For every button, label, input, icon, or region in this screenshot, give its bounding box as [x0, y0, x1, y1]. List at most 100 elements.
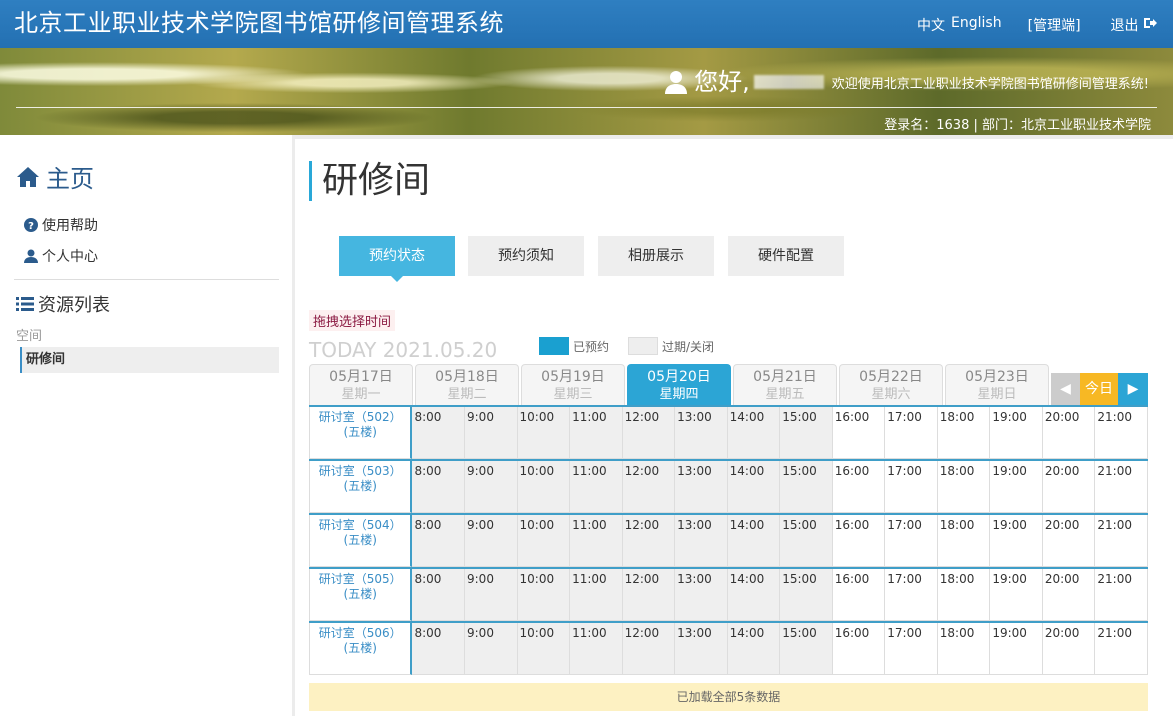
time-slot[interactable]: 18:00	[937, 461, 991, 513]
time-slot[interactable]: 8:00	[412, 515, 465, 567]
time-slot[interactable]: 16:00	[832, 407, 886, 459]
time-slot[interactable]: 18:00	[937, 407, 991, 459]
sidebar-item-help[interactable]: ? 使用帮助	[24, 215, 98, 235]
sidebar-home[interactable]: 主页	[16, 159, 94, 194]
time-slot[interactable]: 11:00	[570, 515, 623, 567]
lang-english-link[interactable]: English	[951, 15, 1002, 35]
next-week-button[interactable]: ▶	[1118, 373, 1148, 405]
time-slot[interactable]: 21:00	[1095, 407, 1148, 459]
time-slot[interactable]: 11:00	[570, 569, 623, 621]
admin-link[interactable]: [管理端]	[1028, 15, 1081, 35]
room-name-cell[interactable]: 研讨室（504） (五楼)	[309, 515, 413, 567]
time-slot[interactable]: 19:00	[990, 569, 1043, 621]
time-slot[interactable]: 20:00	[1042, 461, 1096, 513]
time-slot[interactable]: 8:00	[412, 407, 465, 459]
time-slot[interactable]: 21:00	[1095, 623, 1148, 675]
sidebar: 主页 ? 使用帮助 个人中心 资源列表 空间 研修间	[0, 135, 292, 716]
day-tab[interactable]: 05月18日 星期二	[415, 364, 519, 405]
time-slot[interactable]: 13:00	[675, 461, 728, 513]
lang-chinese-link[interactable]: 中文	[917, 15, 945, 35]
time-slot[interactable]: 19:00	[990, 623, 1043, 675]
time-slot[interactable]: 19:00	[990, 407, 1043, 459]
time-slot[interactable]: 9:00	[465, 569, 518, 621]
day-tab[interactable]: 05月22日 星期六	[839, 364, 943, 405]
time-slot[interactable]: 13:00	[675, 569, 728, 621]
time-slot[interactable]: 19:00	[990, 515, 1043, 567]
time-slot[interactable]: 18:00	[937, 515, 991, 567]
time-slot[interactable]: 20:00	[1042, 623, 1096, 675]
time-slot[interactable]: 15:00	[780, 461, 833, 513]
time-slot[interactable]: 14:00	[727, 623, 781, 675]
room-name-cell[interactable]: 研讨室（502） (五楼)	[309, 407, 413, 459]
time-slot[interactable]: 14:00	[727, 515, 781, 567]
time-slot[interactable]: 18:00	[937, 623, 991, 675]
today-button[interactable]: 今日	[1080, 373, 1118, 405]
day-tab[interactable]: 05月23日 星期日	[945, 364, 1049, 405]
tab-hardware[interactable]: 硬件配置	[728, 236, 844, 276]
time-slot[interactable]: 10:00	[517, 569, 571, 621]
time-slot[interactable]: 8:00	[412, 461, 465, 513]
tab-photo-album[interactable]: 相册展示	[598, 236, 714, 276]
time-slot[interactable]: 14:00	[727, 461, 781, 513]
time-slot[interactable]: 17:00	[885, 461, 938, 513]
time-slot[interactable]: 17:00	[885, 407, 938, 459]
time-slot[interactable]: 12:00	[622, 623, 676, 675]
time-slot[interactable]: 14:00	[727, 569, 781, 621]
tab-booking-status[interactable]: 预约状态	[339, 236, 455, 282]
day-tab[interactable]: 05月17日 星期一	[309, 364, 413, 405]
time-slot[interactable]: 16:00	[832, 569, 886, 621]
time-slot[interactable]: 9:00	[465, 515, 518, 567]
time-slot[interactable]: 12:00	[622, 461, 676, 513]
time-slot[interactable]: 15:00	[780, 569, 833, 621]
sidebar-item-help-label: 使用帮助	[42, 218, 98, 234]
time-slot[interactable]: 15:00	[780, 407, 833, 459]
sidebar-item-study-room[interactable]: 研修间	[20, 347, 279, 373]
time-slot[interactable]: 19:00	[990, 461, 1043, 513]
time-slot[interactable]: 20:00	[1042, 515, 1096, 567]
time-slot[interactable]: 14:00	[727, 407, 781, 459]
time-slot[interactable]: 15:00	[780, 515, 833, 567]
time-slot[interactable]: 12:00	[622, 569, 676, 621]
room-name-cell[interactable]: 研讨室（503） (五楼)	[309, 461, 413, 513]
time-slot[interactable]: 11:00	[570, 623, 623, 675]
time-slot[interactable]: 20:00	[1042, 407, 1096, 459]
logout-link[interactable]: 退出	[1111, 15, 1157, 35]
time-slot[interactable]: 20:00	[1042, 569, 1096, 621]
time-slot[interactable]: 21:00	[1095, 569, 1148, 621]
day-tab[interactable]: 05月19日 星期三	[521, 364, 625, 405]
time-slot[interactable]: 17:00	[885, 515, 938, 567]
room-name-cell[interactable]: 研讨室（505） (五楼)	[309, 569, 413, 621]
time-slot[interactable]: 10:00	[517, 407, 571, 459]
time-slot[interactable]: 9:00	[465, 461, 518, 513]
time-slot[interactable]: 12:00	[622, 407, 676, 459]
time-slot[interactable]: 21:00	[1095, 515, 1148, 567]
time-slot[interactable]: 13:00	[675, 515, 728, 567]
time-slot[interactable]: 10:00	[517, 623, 571, 675]
day-tab[interactable]: 05月21日 星期五	[733, 364, 837, 405]
time-slot[interactable]: 9:00	[465, 407, 518, 459]
time-slot[interactable]: 10:00	[517, 461, 571, 513]
legend-booked-swatch	[539, 337, 569, 355]
time-slot[interactable]: 17:00	[885, 569, 938, 621]
time-slot[interactable]: 13:00	[675, 623, 728, 675]
time-slot[interactable]: 9:00	[465, 623, 518, 675]
day-tab[interactable]: 05月20日 星期四	[627, 364, 731, 405]
time-slot[interactable]: 13:00	[675, 407, 728, 459]
tab-booking-notice[interactable]: 预约须知	[468, 236, 584, 276]
time-slot[interactable]: 17:00	[885, 623, 938, 675]
time-slot[interactable]: 11:00	[570, 407, 623, 459]
room-name-cell[interactable]: 研讨室（506） (五楼)	[309, 623, 413, 675]
time-slot[interactable]: 12:00	[622, 515, 676, 567]
prev-week-button[interactable]: ◀	[1051, 373, 1080, 405]
time-slot[interactable]: 21:00	[1095, 461, 1148, 513]
time-slot[interactable]: 16:00	[832, 461, 886, 513]
time-slot[interactable]: 8:00	[412, 569, 465, 621]
time-slot[interactable]: 11:00	[570, 461, 623, 513]
time-slot[interactable]: 15:00	[780, 623, 833, 675]
time-slot[interactable]: 18:00	[937, 569, 991, 621]
time-slot[interactable]: 10:00	[517, 515, 571, 567]
time-slot[interactable]: 8:00	[412, 623, 465, 675]
sidebar-item-personal[interactable]: 个人中心	[24, 246, 98, 266]
time-slot[interactable]: 16:00	[832, 623, 886, 675]
time-slot[interactable]: 16:00	[832, 515, 886, 567]
